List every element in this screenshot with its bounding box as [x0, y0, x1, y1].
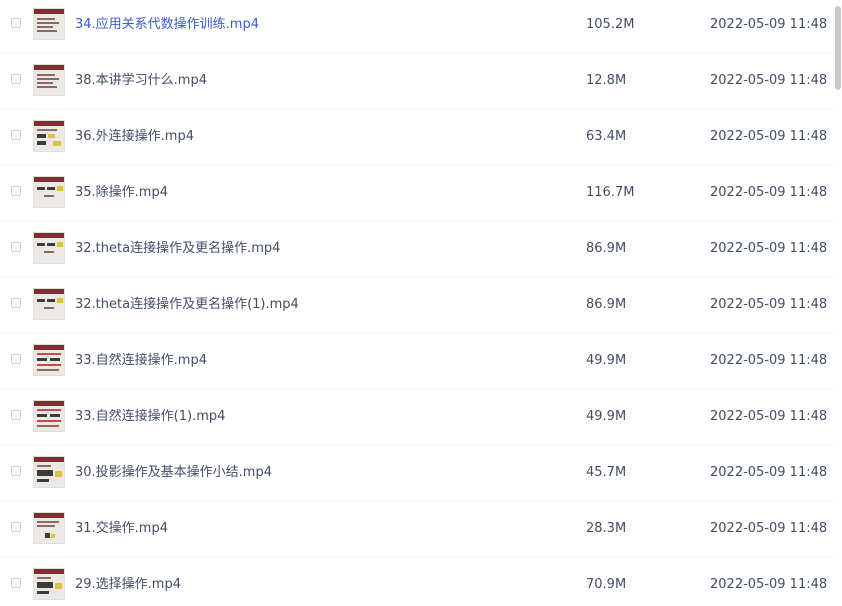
file-name[interactable]: 33.自然连接操作.mp4: [75, 333, 207, 388]
scrollbar[interactable]: [834, 0, 842, 606]
file-row[interactable]: 29.选择操作.mp4 70.9M 2022-05-09 11:48: [0, 557, 834, 606]
video-thumbnail-icon[interactable]: [33, 176, 65, 208]
checkbox-icon[interactable]: [11, 354, 21, 364]
file-size: 49.9M: [586, 409, 627, 424]
video-thumbnail-icon[interactable]: [33, 568, 65, 600]
checkbox-icon[interactable]: [11, 242, 21, 252]
file-size: 45.7M: [586, 465, 627, 480]
file-row[interactable]: 35.除操作.mp4 116.7M 2022-05-09 11:48: [0, 165, 834, 221]
checkbox-icon[interactable]: [11, 298, 21, 308]
checkbox-icon[interactable]: [11, 410, 21, 420]
file-name[interactable]: 35.除操作.mp4: [75, 165, 168, 220]
file-row[interactable]: 32.theta连接操作及更名操作.mp4 86.9M 2022-05-09 11:…: [0, 221, 834, 277]
modified-date: 2022-05-09 11:48: [710, 241, 828, 256]
file-name[interactable]: 34.应用关系代数操作训练.mp4: [75, 0, 259, 52]
file-name[interactable]: 29.选择操作.mp4: [75, 557, 181, 606]
modified-date: 2022-05-09 11:48: [710, 353, 828, 368]
file-name[interactable]: 32.theta连接操作及更名操作.mp4: [75, 221, 280, 276]
file-row[interactable]: 32.theta连接操作及更名操作(1).mp4 86.9M 2022-05-09 …: [0, 277, 834, 333]
file-size: 116.7M: [586, 185, 635, 200]
file-row[interactable]: 33.自然连接操作.mp4 49.9M 2022-05-09 11:48: [0, 333, 834, 389]
file-name[interactable]: 33.自然连接操作(1).mp4: [75, 389, 225, 444]
file-size: 49.9M: [586, 353, 627, 368]
checkbox-icon[interactable]: [11, 18, 21, 28]
modified-date: 2022-05-09 11:48: [710, 409, 828, 424]
file-name[interactable]: 36.外连接操作.mp4: [75, 109, 194, 164]
file-size: 12.8M: [586, 73, 627, 88]
modified-date: 2022-05-09 11:48: [710, 577, 828, 592]
modified-date: 2022-05-09 11:48: [710, 73, 828, 88]
file-size: 63.4M: [586, 129, 627, 144]
file-size: 86.9M: [586, 241, 627, 256]
file-list: 34.应用关系代数操作训练.mp4 105.2M 2022-05-09 11:48 3…: [0, 0, 834, 606]
checkbox-icon[interactable]: [11, 74, 21, 84]
file-browser: 34.应用关系代数操作训练.mp4 105.2M 2022-05-09 11:48 3…: [0, 0, 842, 606]
modified-date: 2022-05-09 11:48: [710, 465, 828, 480]
file-row[interactable]: 30.投影操作及基本操作小结.mp4 45.7M 2022-05-09 11:48: [0, 445, 834, 501]
video-thumbnail-icon[interactable]: [33, 456, 65, 488]
file-row[interactable]: 38.本讲学习什么.mp4 12.8M 2022-05-09 11:48: [0, 53, 834, 109]
file-row[interactable]: 31.交操作.mp4 28.3M 2022-05-09 11:48: [0, 501, 834, 557]
file-size: 105.2M: [586, 17, 635, 32]
video-thumbnail-icon[interactable]: [33, 232, 65, 264]
video-thumbnail-icon[interactable]: [33, 512, 65, 544]
file-row[interactable]: 36.外连接操作.mp4 63.4M 2022-05-09 11:48: [0, 109, 834, 165]
file-row[interactable]: 34.应用关系代数操作训练.mp4 105.2M 2022-05-09 11:48: [0, 0, 834, 53]
modified-date: 2022-05-09 11:48: [710, 521, 828, 536]
checkbox-icon[interactable]: [11, 130, 21, 140]
video-thumbnail-icon[interactable]: [33, 64, 65, 96]
scrollbar-thumb[interactable]: [835, 6, 841, 90]
file-row[interactable]: 33.自然连接操作(1).mp4 49.9M 2022-05-09 11:48: [0, 389, 834, 445]
modified-date: 2022-05-09 11:48: [710, 17, 828, 32]
video-thumbnail-icon[interactable]: [33, 344, 65, 376]
video-thumbnail-icon[interactable]: [33, 400, 65, 432]
file-name[interactable]: 32.theta连接操作及更名操作(1).mp4: [75, 277, 299, 332]
modified-date: 2022-05-09 11:48: [710, 185, 828, 200]
file-size: 86.9M: [586, 297, 627, 312]
modified-date: 2022-05-09 11:48: [710, 129, 828, 144]
file-name[interactable]: 31.交操作.mp4: [75, 501, 168, 556]
file-name[interactable]: 38.本讲学习什么.mp4: [75, 53, 207, 108]
file-size: 28.3M: [586, 521, 627, 536]
file-name[interactable]: 30.投影操作及基本操作小结.mp4: [75, 445, 272, 500]
checkbox-icon[interactable]: [11, 186, 21, 196]
video-thumbnail-icon[interactable]: [33, 8, 65, 40]
video-thumbnail-icon[interactable]: [33, 120, 65, 152]
video-thumbnail-icon[interactable]: [33, 288, 65, 320]
modified-date: 2022-05-09 11:48: [710, 297, 828, 312]
file-size: 70.9M: [586, 577, 627, 592]
checkbox-icon[interactable]: [11, 522, 21, 532]
checkbox-icon[interactable]: [11, 466, 21, 476]
checkbox-icon[interactable]: [11, 578, 21, 588]
